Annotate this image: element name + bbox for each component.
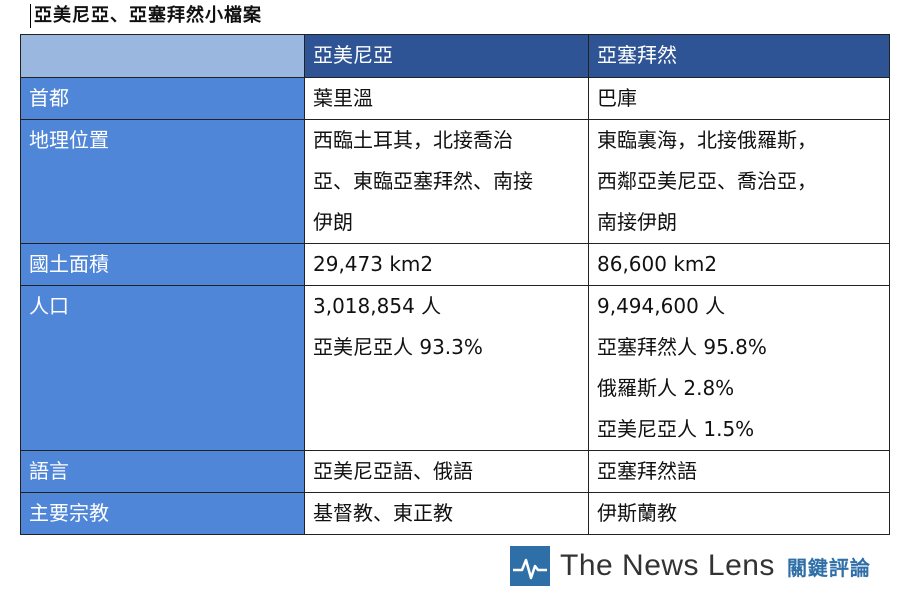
cell-line: 3,018,854 人 — [313, 294, 442, 318]
table-caption: 亞美尼亞、亞塞拜然小檔案 — [30, 4, 262, 28]
cell-line: 西臨土耳其，北接喬治 — [313, 128, 513, 152]
cell-armenia: 葉里溫 — [304, 77, 589, 120]
cell-line: 亞、東臨亞塞拜然、南接 — [313, 169, 533, 193]
cell-line: 伊朗 — [313, 210, 353, 234]
row-label: 地理位置 — [20, 119, 305, 244]
cell-azerbaijan: 亞塞拜然語 — [588, 450, 890, 493]
cell-line: 亞塞拜然人 95.8% — [597, 335, 767, 359]
row-label: 國土面積 — [20, 243, 305, 286]
cell-azerbaijan: 伊斯蘭教 — [588, 492, 890, 535]
cell-armenia: 29,473 km2 — [304, 243, 589, 286]
cell-azerbaijan: 東臨裏海，北接俄羅斯， 西鄰亞美尼亞、喬治亞， 南接伊朗 — [588, 119, 890, 244]
cell-line: 亞美尼亞語、俄語 — [313, 459, 473, 483]
table-row: 首都 葉里溫 巴庫 — [20, 77, 890, 120]
cell-armenia: 亞美尼亞語、俄語 — [304, 450, 589, 493]
brand-footer: The News Lens 關鍵評論 — [510, 543, 871, 589]
cell-line: 西鄰亞美尼亞、喬治亞， — [597, 169, 817, 193]
cell-armenia: 3,018,854 人 亞美尼亞人 93.3% — [304, 285, 589, 451]
cell-line: 俄羅斯人 2.8% — [597, 376, 735, 400]
cell-line: 亞塞拜然語 — [597, 459, 697, 483]
header-armenia: 亞美尼亞 — [304, 34, 589, 78]
header-row: 亞美尼亞 亞塞拜然 — [20, 34, 890, 78]
cell-azerbaijan: 巴庫 — [588, 77, 890, 120]
cell-armenia: 基督教、東正教 — [304, 492, 589, 535]
cell-azerbaijan: 9,494,600 人 亞塞拜然人 95.8% 俄羅斯人 2.8% 亞美尼亞人 … — [588, 285, 890, 451]
table-row: 地理位置 西臨土耳其，北接喬治 亞、東臨亞塞拜然、南接 伊朗 東臨裏海，北接俄羅… — [20, 119, 890, 244]
row-label: 人口 — [20, 285, 305, 451]
cell-line: 伊斯蘭教 — [597, 501, 677, 525]
cell-line: 29,473 km2 — [313, 252, 434, 276]
table-row: 國土面積 29,473 km2 86,600 km2 — [20, 243, 890, 286]
comparison-table: 亞美尼亞 亞塞拜然 首都 葉里溫 巴庫 地理位置 西臨土耳其，北接喬治 亞、東臨… — [20, 34, 890, 535]
cell-line: 亞美尼亞人 93.3% — [313, 335, 483, 359]
cell-line: 基督教、東正教 — [313, 501, 453, 525]
cell-line: 86,600 km2 — [597, 252, 718, 276]
cell-line: 亞美尼亞人 1.5% — [597, 417, 755, 441]
cell-azerbaijan: 86,600 km2 — [588, 243, 890, 286]
cell-line: 南接伊朗 — [597, 210, 677, 234]
cell-line: 葉里溫 — [313, 86, 373, 110]
header-azerbaijan: 亞塞拜然 — [588, 34, 890, 78]
pulse-line-icon — [510, 546, 550, 586]
row-label: 語言 — [20, 450, 305, 493]
row-label: 首都 — [20, 77, 305, 120]
cell-line: 9,494,600 人 — [597, 294, 726, 318]
table-row: 人口 3,018,854 人 亞美尼亞人 93.3% 9,494,600 人 亞… — [20, 285, 890, 451]
table-row: 主要宗教 基督教、東正教 伊斯蘭教 — [20, 492, 890, 535]
cell-armenia: 西臨土耳其，北接喬治 亞、東臨亞塞拜然、南接 伊朗 — [304, 119, 589, 244]
brand-name-cn: 關鍵評論 — [786, 555, 871, 580]
cell-line: 巴庫 — [597, 86, 637, 110]
table-row: 語言 亞美尼亞語、俄語 亞塞拜然語 — [20, 450, 890, 493]
header-corner — [20, 34, 305, 78]
cell-line: 東臨裏海，北接俄羅斯， — [597, 128, 817, 152]
brand-name: The News Lens — [560, 549, 775, 582]
row-label: 主要宗教 — [20, 492, 305, 535]
